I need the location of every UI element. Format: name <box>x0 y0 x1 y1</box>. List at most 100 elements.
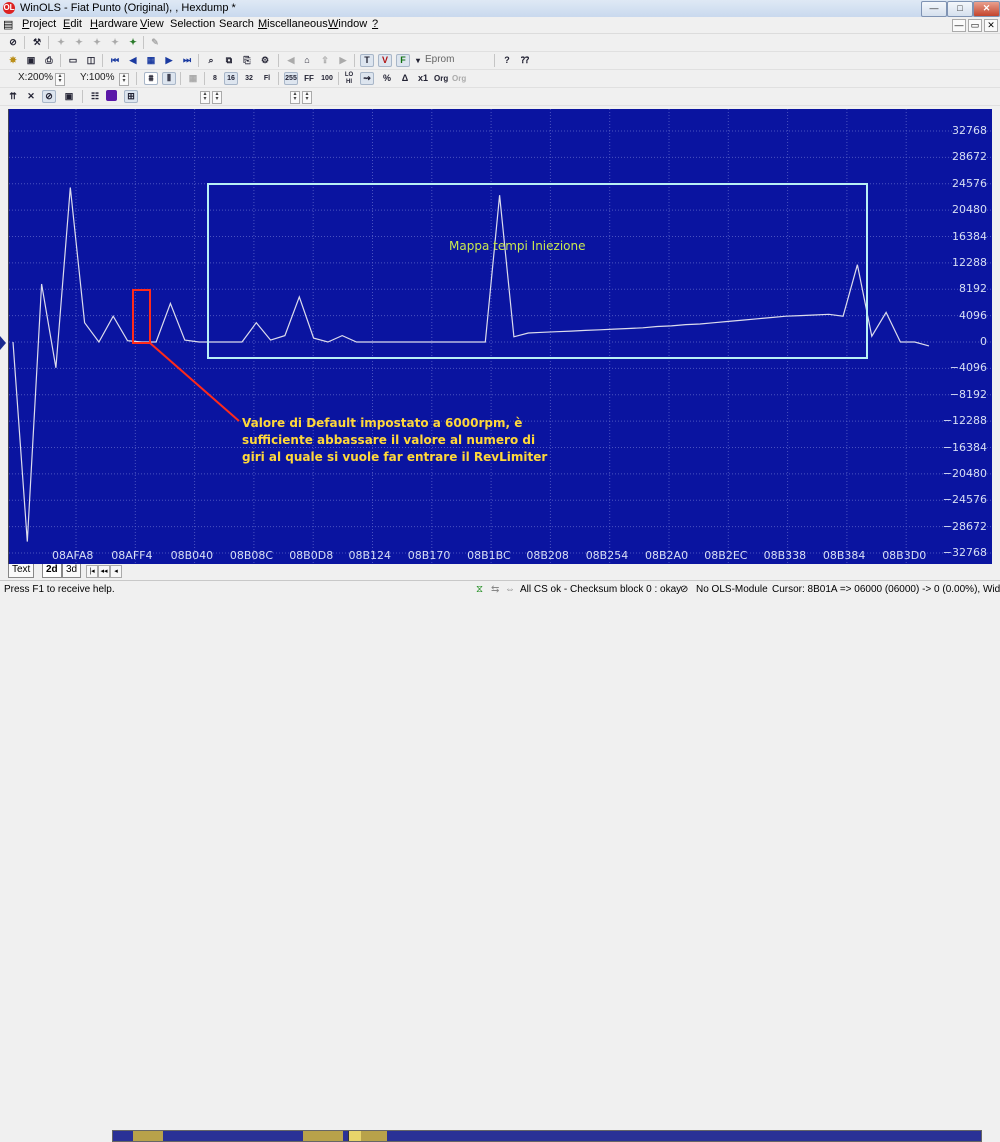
dec-button[interactable]: 255 <box>284 72 298 85</box>
bit8-button[interactable]: 8 <box>208 72 222 85</box>
tool-h-icon[interactable]: ⇈ <box>6 90 20 103</box>
menu-view[interactable]: View <box>140 18 164 30</box>
signed-button[interactable]: ⇝ <box>360 72 374 85</box>
tool-m-icon[interactable]: ⊞ <box>124 90 138 103</box>
find-icon[interactable]: ⌕ <box>204 54 218 67</box>
tool-l-icon[interactable]: ☷ <box>88 90 102 103</box>
zoom-y-label[interactable]: Y:100% <box>80 72 114 83</box>
factor-button[interactable]: x1 <box>416 72 430 85</box>
scroll-left-button[interactable]: ◂ <box>110 565 122 578</box>
spinner-d[interactable]: ▴ ▾ <box>302 91 312 104</box>
view-bars-icon[interactable]: ⦀ <box>162 72 176 85</box>
forward-icon[interactable]: ▶ <box>336 54 350 67</box>
tab-3d[interactable]: 3d <box>62 564 82 578</box>
file-f-icon[interactable]: F <box>396 54 410 67</box>
delta-button[interactable]: Δ <box>398 72 412 85</box>
color-swatch[interactable] <box>106 90 117 101</box>
prev-page-button[interactable]: ◂◂ <box>98 565 110 578</box>
window-icon[interactable]: ▭ <box>66 54 80 67</box>
dropdown-arrow-icon[interactable]: ▾ <box>411 54 425 67</box>
org-diff-button[interactable]: Org <box>452 72 466 85</box>
tab-2d[interactable]: 2d <box>42 564 62 578</box>
first-page-button[interactable]: |◂ <box>86 565 98 578</box>
separator <box>198 54 199 67</box>
y-tick-label: −32768 <box>942 546 987 559</box>
horizontal-scrollbar[interactable] <box>112 1130 982 1142</box>
zoom-y-spinner[interactable]: ▴ ▾ <box>119 73 129 86</box>
separator <box>24 36 25 49</box>
document-icon[interactable]: ▤ <box>3 18 17 31</box>
table-icon[interactable]: ▦ <box>186 72 200 85</box>
x-tick-label: 08B2A0 <box>645 549 689 562</box>
print-icon[interactable]: ⎙ <box>42 54 56 67</box>
menu-search[interactable]: Search <box>219 18 254 30</box>
next-icon[interactable]: ▶ <box>162 54 176 67</box>
file-v-icon[interactable]: V <box>378 54 392 67</box>
first-icon[interactable]: ⏮ <box>108 54 122 67</box>
menu-window[interactable]: Window <box>328 18 367 30</box>
float-button[interactable]: Fl <box>260 72 274 85</box>
swap-icon: ⇆ <box>491 584 500 595</box>
help-icon[interactable]: ? <box>500 54 514 67</box>
eprom-label[interactable]: Eprom <box>425 54 454 65</box>
open-folder-icon[interactable]: ⊘ <box>6 36 20 49</box>
chart-area[interactable]: Mappa tempi Iniezione Valore di Default i… <box>8 109 993 564</box>
x-tick-label: 08B2EC <box>704 549 748 562</box>
menu-hardware[interactable]: Hardware <box>90 18 138 30</box>
bit32-button[interactable]: 32 <box>242 72 256 85</box>
home-icon[interactable]: ⌂ <box>300 54 314 67</box>
lohi-button[interactable]: LO HI <box>342 72 356 85</box>
cursor-marker-icon <box>0 336 6 350</box>
menu-project[interactable]: Project <box>22 18 56 30</box>
maximize-button[interactable]: □ <box>947 1 973 17</box>
hex-button[interactable]: FF <box>302 72 316 85</box>
tool-d-icon[interactable]: ✦ <box>108 36 122 49</box>
copy-icon[interactable]: ⧉ <box>222 54 236 67</box>
save-icon[interactable]: ▣ <box>24 54 38 67</box>
tool-i-icon[interactable]: ✕ <box>24 90 38 103</box>
minimize-button[interactable]: — <box>921 1 947 17</box>
zoom-x-spinner[interactable]: ▴ ▾ <box>55 73 65 86</box>
scroll-region <box>361 1131 387 1141</box>
zoom-x-label[interactable]: X:200% <box>18 72 53 83</box>
percent-button[interactable]: % <box>380 72 394 85</box>
paste-icon[interactable]: ⎘ <box>240 54 254 67</box>
tool-c-icon[interactable]: ✦ <box>90 36 104 49</box>
scrollbar-thumb[interactable] <box>348 1131 362 1141</box>
menu-edit[interactable]: Edit <box>63 18 82 30</box>
mdi-minimize-button[interactable]: — <box>952 19 966 32</box>
org-button[interactable]: Org <box>434 72 448 85</box>
view-wave-icon[interactable]: ⩩ <box>144 72 158 85</box>
spinner-b[interactable]: ▴ ▾ <box>212 91 222 104</box>
menu-selection[interactable]: Selection <box>170 18 215 30</box>
prev-icon[interactable]: ◀ <box>126 54 140 67</box>
tool-e-icon[interactable]: ✦ <box>126 36 140 49</box>
back-icon[interactable]: ◀ <box>284 54 298 67</box>
compare-icon[interactable]: ◫ <box>84 54 98 67</box>
grid-icon[interactable]: ▦ <box>144 54 158 67</box>
tool-k-icon[interactable]: ▣ <box>62 90 76 103</box>
tab-text[interactable]: Text <box>8 564 35 578</box>
menu-help[interactable]: ? <box>372 18 378 30</box>
tool-g-icon[interactable]: ⚙ <box>258 54 272 67</box>
bit16-button[interactable]: 16 <box>224 72 238 85</box>
tab-bar: Text 2d 3d |◂ ◂◂ ◂ <box>0 564 1000 1142</box>
mdi-close-button[interactable]: ✕ <box>984 19 998 32</box>
spinner-a[interactable]: ▴ ▾ <box>200 91 210 104</box>
tool-a-icon[interactable]: ✦ <box>54 36 68 49</box>
hardware-icon[interactable]: ⚒ <box>30 36 44 49</box>
pct-button[interactable]: 100 <box>320 72 334 85</box>
context-help-icon[interactable]: ⁇ <box>518 54 532 67</box>
upload-icon[interactable]: ⇪ <box>318 54 332 67</box>
spinner-c[interactable]: ▴ ▾ <box>290 91 300 104</box>
tool-j-icon[interactable]: ⊘ <box>42 90 56 103</box>
tool-b-icon[interactable]: ✦ <box>72 36 86 49</box>
close-button[interactable]: ✕ <box>973 1 1000 17</box>
menu-miscellaneous[interactable]: Miscellaneous <box>258 18 328 30</box>
wizard-icon[interactable]: ✵ <box>6 54 20 67</box>
file-t-icon[interactable]: T <box>360 54 374 67</box>
mdi-restore-button[interactable]: ▭ <box>968 19 982 32</box>
last-icon[interactable]: ⏭ <box>180 54 194 67</box>
tool-f-icon[interactable]: ✎ <box>148 36 162 49</box>
app-icon[interactable]: OL <box>3 2 15 14</box>
